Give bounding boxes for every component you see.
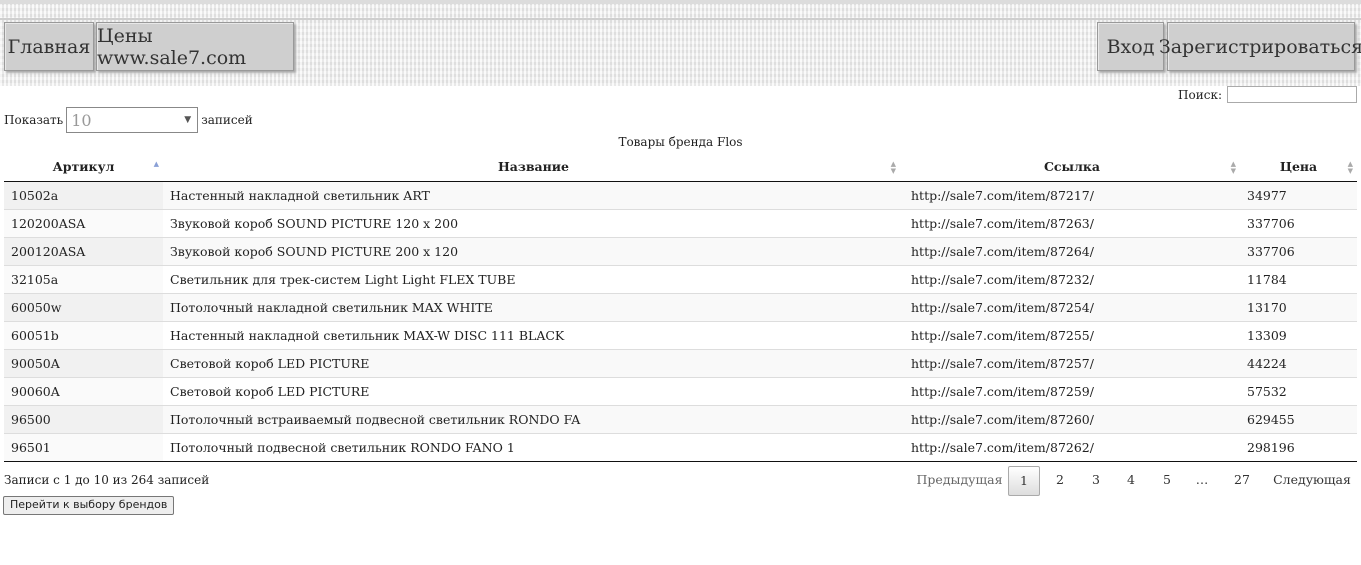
link-cell: http://sale7.com/item/87254/ [904, 293, 1240, 322]
sort-both-icon: ▲ ▼ [890, 159, 896, 175]
name-cell: Световой короб LED PICTURE [163, 377, 904, 406]
page-length-value: 10 [71, 110, 92, 130]
pagination-page-5[interactable]: 5 [1152, 466, 1182, 494]
sort-both-icon: ▲ ▼ [1230, 159, 1236, 175]
pagination-page-2[interactable]: 2 [1045, 466, 1075, 494]
price-cell: 57532 [1240, 377, 1357, 406]
pagination-next[interactable]: Следующая [1272, 466, 1352, 494]
link-cell: http://sale7.com/item/87257/ [904, 349, 1240, 378]
link-cell: http://sale7.com/item/87232/ [904, 265, 1240, 294]
sku-cell: 90060A [4, 377, 163, 406]
nav-register-button[interactable]: Зарегистрироваться [1159, 22, 1361, 71]
link-cell: http://sale7.com/item/87263/ [904, 209, 1240, 238]
table-row: 90060A Световой короб LED PICTURE http://s… [4, 377, 1357, 406]
name-cell: Звуковой короб SOUND PICTURE 120 x 200 [163, 209, 904, 238]
price-cell: 629455 [1240, 405, 1357, 434]
page-length-select[interactable]: 10 ▼ [66, 107, 199, 133]
records-label: записей [201, 113, 253, 127]
price-cell: 34977 [1240, 181, 1357, 210]
page-length-control: Показать 10 ▼ записей [4, 107, 253, 133]
sku-cell: 10502a [4, 181, 163, 210]
products-table: Артикул ▲ Название ▲ ▼ Ссылка ▲ ▼ Цена ▲ ▼ … [4, 152, 1357, 462]
search-label: Поиск: [1178, 87, 1222, 102]
link-cell: http://sale7.com/item/87255/ [904, 321, 1240, 350]
search-area: Поиск: [1178, 86, 1357, 103]
price-cell: 11784 [1240, 265, 1357, 294]
name-cell: Потолочный подвесной светильник RONDO FA… [163, 433, 904, 462]
pagination-previous[interactable]: Предыдущая [912, 466, 1007, 494]
name-cell: Световой короб LED PICTURE [163, 349, 904, 378]
table-row: 200120ASA Звуковой короб SOUND PICTURE 20… [4, 237, 1357, 266]
sku-cell: 96500 [4, 405, 163, 434]
price-cell: 13309 [1240, 321, 1357, 350]
table-caption: Товары бренда Flos [618, 135, 743, 149]
price-cell: 337706 [1240, 209, 1357, 238]
link-cell: http://sale7.com/item/87259/ [904, 377, 1240, 406]
link-cell: http://sale7.com/item/87217/ [904, 181, 1240, 210]
go-to-brands-button[interactable]: Перейти к выбору брендов [3, 496, 175, 515]
search-input[interactable] [1227, 86, 1357, 103]
name-cell: Светильник для трек-систем Light Light F… [163, 265, 904, 294]
sort-asc-icon: ▲ [153, 159, 159, 168]
pagination-page-3[interactable]: 3 [1081, 466, 1111, 494]
table-row: 90050A Световой короб LED PICTURE http://s… [4, 349, 1357, 378]
link-cell: http://sale7.com/item/87260/ [904, 405, 1240, 434]
name-cell: Настенный накладной светильник ART [163, 181, 904, 210]
price-cell: 44224 [1240, 349, 1357, 378]
name-cell: Потолочный накладной светильник MAX WHIT… [163, 293, 904, 322]
nav-home-button[interactable]: Главная [4, 22, 94, 71]
name-cell: Звуковой короб SOUND PICTURE 200 x 120 [163, 237, 904, 266]
column-header-name[interactable]: Название ▲ ▼ [163, 152, 904, 182]
sku-cell: 200120ASA [4, 237, 163, 266]
table-row: 60051b Настенный накладной светильник MAX… [4, 321, 1357, 350]
table-row: 96500 Потолочный встраиваемый подвесной с… [4, 405, 1357, 434]
table-row: 10502a Настенный накладной светильник ART… [4, 181, 1357, 210]
name-cell: Потолочный встраиваемый подвесной светил… [163, 405, 904, 434]
pagination-page-27[interactable]: 27 [1227, 466, 1257, 494]
nav-login-button[interactable]: Вход [1097, 22, 1164, 71]
pagination-page-4[interactable]: 4 [1116, 466, 1146, 494]
price-cell: 13170 [1240, 293, 1357, 322]
table-row: 60050w Потолочный накладной светильник MA… [4, 293, 1357, 322]
sku-cell: 120200ASA [4, 209, 163, 238]
sort-both-icon: ▲ ▼ [1347, 159, 1353, 175]
pagination-ellipsis: … [1195, 472, 1209, 487]
link-cell: http://sale7.com/item/87264/ [904, 237, 1240, 266]
sku-cell: 96501 [4, 433, 163, 462]
column-header-sku[interactable]: Артикул ▲ [4, 152, 163, 182]
sku-cell: 90050A [4, 349, 163, 378]
link-cell: http://sale7.com/item/87262/ [904, 433, 1240, 462]
table-row: 96501 Потолочный подвесной светильник RON… [4, 433, 1357, 462]
name-cell: Настенный накладной светильник MAX-W DIS… [163, 321, 904, 350]
nav-prices-button[interactable]: Цены www.sale7.com [96, 22, 294, 71]
price-cell: 337706 [1240, 237, 1357, 266]
dropdown-arrow-icon: ▼ [184, 115, 192, 125]
sku-cell: 60050w [4, 293, 163, 322]
price-cell: 298196 [1240, 433, 1357, 462]
table-row: 120200ASA Звуковой короб SOUND PICTURE 12… [4, 209, 1357, 238]
column-header-link[interactable]: Ссылка ▲ ▼ [904, 152, 1240, 182]
show-label: Показать [4, 113, 64, 127]
sku-cell: 60051b [4, 321, 163, 350]
column-header-price[interactable]: Цена ▲ ▼ [1240, 152, 1357, 182]
table-info: Записи с 1 до 10 из 264 записей [4, 473, 210, 487]
pagination-page-1[interactable]: 1 [1008, 466, 1040, 496]
sku-cell: 32105a [4, 265, 163, 294]
table-row: 32105a Светильник для трек-систем Light L… [4, 265, 1357, 294]
